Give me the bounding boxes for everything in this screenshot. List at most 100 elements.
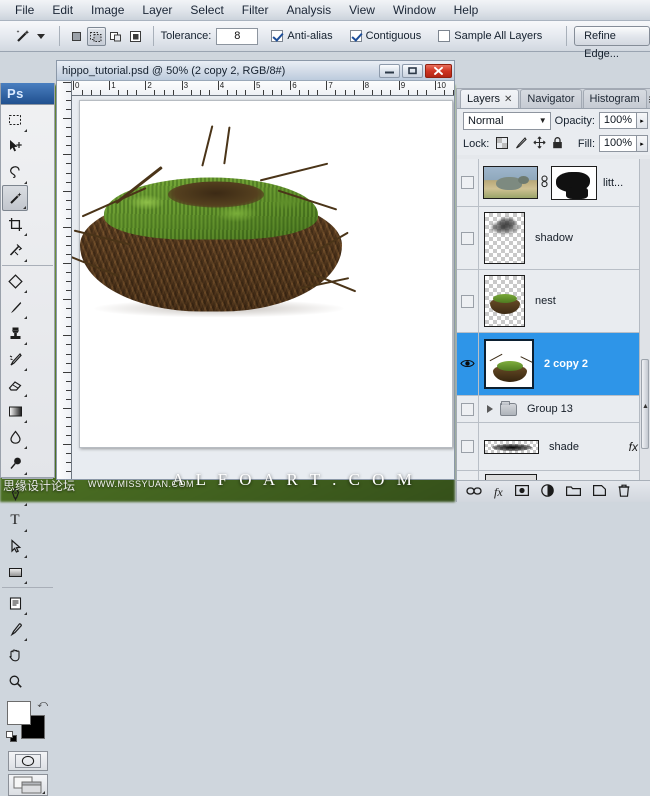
layer-visibility-cell[interactable] xyxy=(457,423,479,470)
subtract-from-selection-button[interactable] xyxy=(107,27,126,46)
layer-visibility-cell[interactable] xyxy=(457,333,479,395)
brush-icon[interactable] xyxy=(2,294,28,320)
layer-list[interactable]: litt... shadow nest 2 copy 2 Group 13 sh… xyxy=(457,159,650,480)
eye-icon-off[interactable] xyxy=(461,176,474,189)
tab-navigator[interactable]: Navigator xyxy=(520,89,582,108)
layer-thumbnail[interactable] xyxy=(483,166,538,199)
tolerance-input[interactable]: 8 xyxy=(216,27,259,45)
anti-alias-checkbox-box[interactable] xyxy=(271,30,284,42)
table-row[interactable] xyxy=(457,471,650,480)
opacity-stepper[interactable]: ▸ xyxy=(637,112,648,129)
menu-edit[interactable]: Edit xyxy=(43,1,82,19)
tool-preset-caret-icon[interactable] xyxy=(37,33,45,39)
canvas-area[interactable] xyxy=(72,96,454,479)
layer-visibility-cell[interactable] xyxy=(457,207,479,269)
minimize-button[interactable] xyxy=(379,63,400,78)
eyedropper-icon[interactable] xyxy=(2,616,28,642)
quick-mask-icon[interactable] xyxy=(7,751,48,771)
tab-layers[interactable]: Layers ✕ xyxy=(460,89,520,108)
zoom-icon[interactable] xyxy=(2,668,28,694)
eye-icon-off[interactable] xyxy=(461,231,474,245)
eye-icon-off[interactable] xyxy=(461,402,474,416)
delete-layer-icon[interactable] xyxy=(618,484,630,499)
maximize-button[interactable] xyxy=(402,63,423,78)
scroll-up-arrow-icon[interactable]: ▲ xyxy=(642,403,649,410)
opacity-control[interactable]: 100% ▸ xyxy=(599,112,648,129)
sample-all-layers-checkbox-box[interactable] xyxy=(438,30,451,42)
menu-analysis[interactable]: Analysis xyxy=(277,1,340,19)
history-brush-icon[interactable] xyxy=(2,346,28,372)
sample-all-layers-checkbox[interactable]: Sample All Layers xyxy=(438,30,547,42)
layer-thumbnail[interactable] xyxy=(484,275,525,327)
fill-stepper[interactable]: ▸ xyxy=(637,135,648,152)
close-button[interactable] xyxy=(425,63,452,78)
contiguous-checkbox-box[interactable] xyxy=(349,30,362,42)
layer-thumbnail[interactable] xyxy=(484,339,534,389)
magic-wand-icon[interactable] xyxy=(2,185,28,211)
fill-input[interactable]: 100% xyxy=(599,135,637,152)
new-group-icon[interactable] xyxy=(565,485,581,498)
link-layers-icon[interactable] xyxy=(466,486,482,498)
layer-fx-icon[interactable]: fx xyxy=(629,440,638,454)
menu-window[interactable]: Window xyxy=(384,1,445,19)
hand-icon[interactable] xyxy=(2,642,28,668)
type-icon[interactable]: T xyxy=(2,507,28,533)
add-to-selection-button[interactable] xyxy=(86,26,106,46)
blur-icon[interactable] xyxy=(2,424,28,450)
menu-layer[interactable]: Layer xyxy=(133,1,181,19)
canvas[interactable] xyxy=(72,100,453,448)
link-layers-icon[interactable] xyxy=(540,174,549,191)
chevron-down-icon[interactable]: ▼ xyxy=(539,116,547,125)
table-row[interactable]: litt... xyxy=(457,159,650,207)
eye-icon-off[interactable] xyxy=(461,440,474,453)
layer-thumbnail[interactable] xyxy=(484,439,539,454)
table-row[interactable]: 2 copy 2 xyxy=(457,333,650,396)
blend-mode-select[interactable]: Normal ▼ xyxy=(463,111,551,130)
tab-histogram[interactable]: Histogram xyxy=(582,89,647,108)
horizontal-ruler[interactable]: 0 1 2 3 4 5 6 7 8 9 10 xyxy=(72,81,454,96)
menu-view[interactable]: View xyxy=(340,1,384,19)
chevron-right-icon[interactable] xyxy=(487,405,493,413)
layer-visibility-cell[interactable] xyxy=(457,471,479,480)
swap-colors-icon[interactable]: ⤺ xyxy=(37,699,48,710)
layer-visibility-cell[interactable] xyxy=(457,396,479,422)
new-adjustment-layer-icon[interactable] xyxy=(540,484,554,499)
eraser-icon[interactable] xyxy=(2,372,28,398)
lock-position-icon[interactable] xyxy=(533,136,546,151)
layer-mask-thumbnail[interactable] xyxy=(551,165,597,200)
lock-image-pixels-icon[interactable] xyxy=(514,136,528,151)
refine-edge-button[interactable]: Refine Edge... xyxy=(574,26,650,60)
contiguous-checkbox[interactable]: Contiguous xyxy=(349,30,427,42)
menu-file[interactable]: File xyxy=(6,1,43,19)
layer-visibility-cell[interactable] xyxy=(457,270,479,332)
lasso-icon[interactable] xyxy=(2,159,28,185)
anti-alias-checkbox[interactable]: Anti-alias xyxy=(271,30,337,42)
eye-icon-off[interactable] xyxy=(461,294,474,308)
menu-image[interactable]: Image xyxy=(82,1,133,19)
fill-control[interactable]: 100% ▸ xyxy=(599,135,648,152)
default-colors-icon[interactable] xyxy=(6,731,17,742)
move-icon[interactable] xyxy=(2,133,28,159)
table-row[interactable]: Group 13 xyxy=(457,396,650,423)
layer-visibility-cell[interactable] xyxy=(457,159,479,206)
layers-scrollbar[interactable]: ▲ xyxy=(639,159,650,480)
screen-mode-icon[interactable] xyxy=(7,774,48,796)
menu-filter[interactable]: Filter xyxy=(233,1,278,19)
crop-icon[interactable] xyxy=(2,211,28,237)
foreground-color-swatch[interactable] xyxy=(7,701,31,725)
menu-select[interactable]: Select xyxy=(181,1,232,19)
add-layer-mask-icon[interactable] xyxy=(514,485,529,498)
new-layer-icon[interactable] xyxy=(592,485,606,498)
document-title-bar[interactable]: hippo_tutorial.psd @ 50% (2 copy 2, RGB/… xyxy=(57,61,454,81)
dodge-icon[interactable] xyxy=(2,450,28,476)
layer-thumbnail[interactable] xyxy=(484,212,525,264)
gradient-icon[interactable] xyxy=(2,398,28,424)
close-icon[interactable]: ✕ xyxy=(504,94,512,105)
slice-icon[interactable] xyxy=(2,237,28,263)
clone-stamp-icon[interactable] xyxy=(2,320,28,346)
layer-style-fx-icon[interactable]: fx xyxy=(494,486,503,498)
menu-help[interactable]: Help xyxy=(445,1,488,19)
vertical-ruler[interactable] xyxy=(57,81,72,479)
table-row[interactable]: shadow xyxy=(457,207,650,270)
opacity-input[interactable]: 100% xyxy=(599,112,637,129)
